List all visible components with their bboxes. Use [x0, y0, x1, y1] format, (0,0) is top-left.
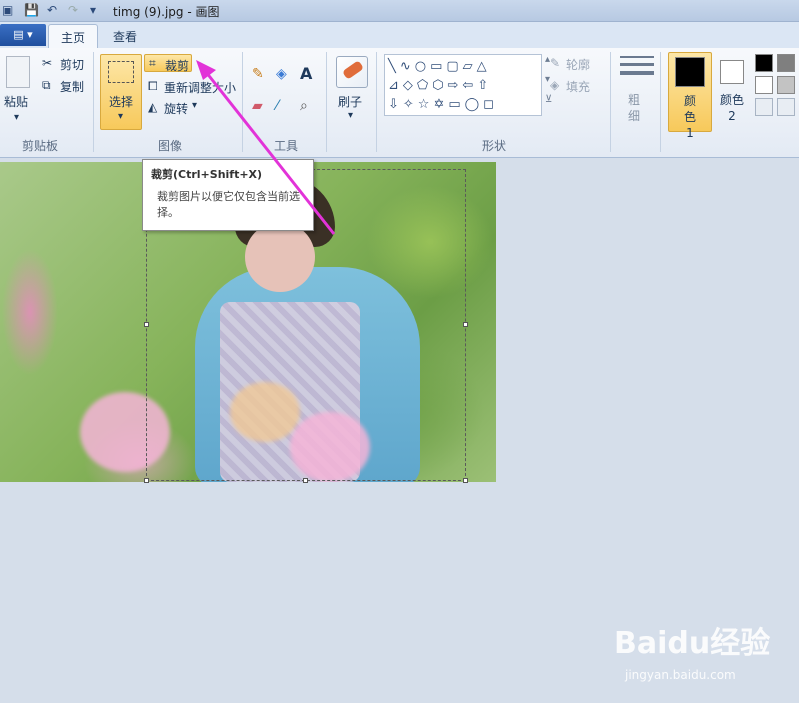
file-menu-button[interactable]: ▤ ▾ [0, 24, 46, 46]
watermark-url: jingyan.baidu.com [625, 668, 736, 682]
color-picker-icon[interactable]: ⁄ [276, 98, 278, 114]
title-bar: ▣ 💾 ↶ ↷ ▾ timg (9).jpg - 画图 [0, 0, 799, 22]
color2-swatch [720, 60, 744, 84]
shapes-expand-icon[interactable]: ⊻ [545, 94, 552, 105]
tab-home[interactable]: 主页 [48, 24, 99, 48]
select-dropdown-icon: ▾ [118, 111, 124, 122]
magnifier-icon[interactable]: ⌕ [300, 98, 308, 114]
tools-group-label: 工具 [274, 139, 299, 153]
eraser-icon[interactable]: ▰ [252, 98, 263, 114]
crop-button[interactable]: ⌗ 裁剪 [144, 54, 192, 73]
resize-icon: ⧠ [148, 79, 158, 93]
select-button[interactable]: 选择 ▾ [100, 54, 142, 130]
save-icon[interactable]: 💾 [24, 3, 39, 17]
quick-access-dropdown-icon[interactable]: ▾ [90, 3, 96, 17]
palette-light-gray[interactable] [777, 76, 795, 94]
color2-label: 颜色 2 [720, 93, 745, 123]
color1-swatch [675, 57, 705, 87]
image-group-label: 图像 [158, 139, 183, 153]
copy-icon: ⧉ [42, 78, 51, 92]
brush-button[interactable]: 刷子 [338, 93, 362, 110]
scissors-icon: ✂ [42, 56, 53, 70]
size-lines-icon [620, 56, 654, 84]
fill-shape-icon: ◈ [550, 78, 560, 92]
crop-icon: ⌗ [149, 56, 156, 70]
paste-button[interactable]: 粘贴 [4, 93, 28, 110]
ribbon-tab-row: ▤ ▾ 主页 查看 [0, 22, 799, 48]
selection-handle[interactable] [463, 478, 468, 483]
rotate-dropdown-icon[interactable]: ▾ [192, 100, 197, 111]
outline-icon: ✎ [550, 56, 561, 70]
palette-black[interactable] [755, 54, 773, 72]
selection-handle[interactable] [144, 322, 149, 327]
shapes-grid[interactable]: ╲∿○▭▢▱△ ⊿◇⬠⬡⇨⇦⇧ ⇩✧☆✡▭◯◻ [388, 57, 498, 114]
color2-button[interactable]: 颜色 2 [714, 52, 752, 132]
rotate-icon: ◭ [148, 100, 158, 114]
copy-button[interactable]: 复制 [60, 78, 84, 95]
tab-view[interactable]: 查看 [101, 24, 149, 48]
size-button[interactable]: 粗细 [628, 92, 642, 124]
palette-empty-2[interactable] [777, 98, 795, 116]
paste-icon [6, 56, 30, 88]
resize-button[interactable]: 重新调整大小 [164, 79, 236, 96]
rotate-button[interactable]: 旋转 [164, 100, 188, 117]
selection-handle[interactable] [144, 478, 149, 483]
color1-button[interactable]: 颜色 1 [668, 52, 712, 140]
app-icon: ▣ [2, 3, 14, 17]
brush-icon [336, 56, 368, 88]
tooltip-body: 裁剪图片以便它仅包含当前选择。 [157, 190, 300, 219]
selection-handle[interactable] [463, 322, 468, 327]
brush-dropdown-icon[interactable]: ▾ [348, 110, 353, 121]
selection-handle[interactable] [303, 478, 308, 483]
paste-dropdown-icon[interactable]: ▾ [14, 112, 19, 123]
shapes-gallery[interactable]: ╲∿○▭▢▱△ ⊿◇⬠⬡⇨⇦⇧ ⇩✧☆✡▭◯◻ [384, 54, 542, 116]
cut-button[interactable]: 剪切 [60, 56, 84, 73]
undo-icon[interactable]: ↶ [47, 3, 57, 17]
watermark-brand: Baidu经验 [614, 626, 771, 661]
palette-empty-1[interactable] [755, 98, 773, 116]
pencil-icon[interactable]: ✎ [252, 66, 264, 82]
palette-white[interactable] [755, 76, 773, 94]
crop-tooltip: 裁剪(Ctrl+Shift+X) 裁剪图片以便它仅包含当前选择。 [142, 159, 314, 231]
outline-button[interactable]: 轮廓 [566, 56, 590, 73]
window-title: timg (9).jpg - 画图 [113, 5, 220, 19]
clipboard-group-label: 剪贴板 [22, 139, 59, 153]
fill-shape-button[interactable]: 填充 [566, 78, 590, 95]
select-label: 选择 [109, 95, 134, 109]
fill-icon[interactable]: ◈ [276, 66, 287, 82]
text-icon[interactable]: A [300, 64, 312, 83]
select-rect-icon [108, 61, 134, 83]
ribbon: 粘贴 ▾ ✂ 剪切 ⧉ 复制 剪贴板 选择 ▾ ⌗ 裁剪 ⧠ 重新调整大小 ◭ … [0, 48, 799, 158]
tooltip-title: 裁剪(Ctrl+Shift+X) [151, 168, 263, 181]
redo-icon[interactable]: ↷ [68, 3, 78, 17]
palette-gray[interactable] [777, 54, 795, 72]
shapes-group-label: 形状 [482, 139, 507, 153]
color1-label: 颜色 1 [683, 94, 696, 140]
crop-label: 裁剪 [165, 59, 190, 73]
